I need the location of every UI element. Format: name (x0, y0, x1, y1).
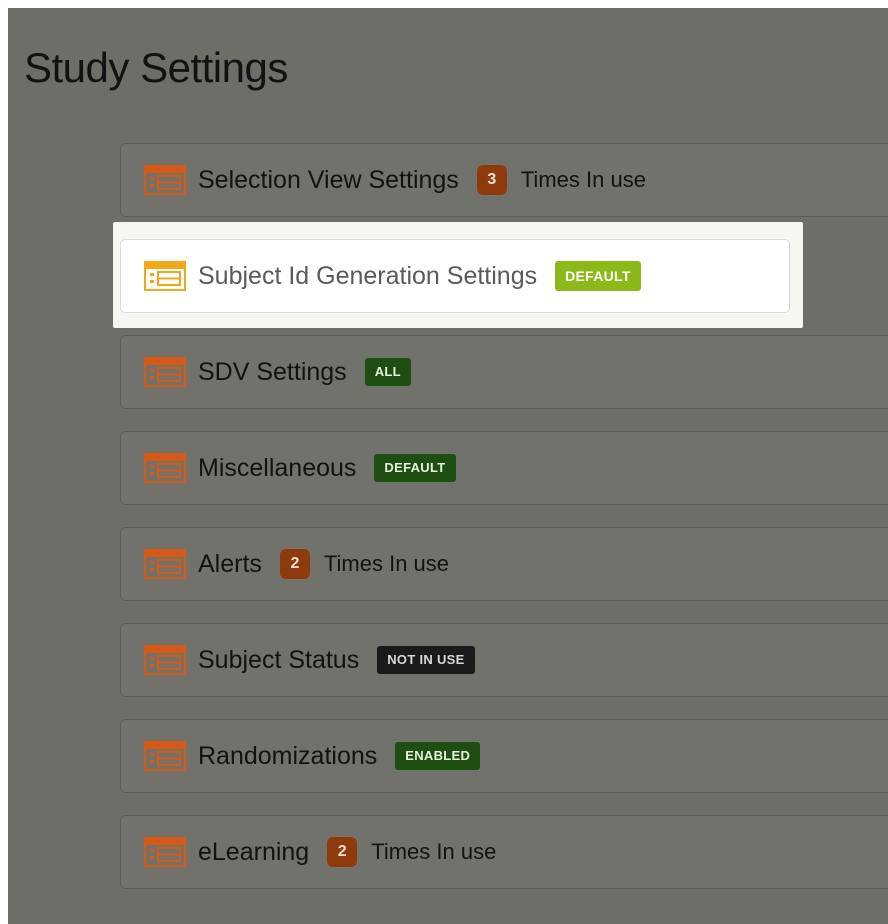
status-badge: ENABLED (395, 742, 481, 770)
status-badge: DEFAULT (374, 454, 456, 482)
settings-row-label: Selection View Settings (198, 165, 459, 194)
list-settings-icon (144, 837, 186, 867)
usage-count-badge: 2 (327, 837, 358, 867)
settings-row-alerts[interactable]: Alerts 2 Times In use (120, 527, 888, 601)
settings-row-subject-id-generation[interactable]: Subject Id Generation Settings DEFAULT (120, 239, 790, 313)
list-settings-icon (144, 741, 186, 771)
usage-text: Times In use (520, 167, 646, 192)
status-badge: ALL (364, 358, 411, 386)
usage-text: Times In use (323, 551, 450, 576)
settings-row-label: Subject Status (198, 645, 360, 674)
list-settings-icon (144, 261, 186, 291)
list-settings-icon (144, 645, 186, 675)
settings-row-label: Miscellaneous (198, 453, 357, 482)
settings-row-label: Alerts (198, 549, 262, 578)
settings-row-selection-view[interactable]: Selection View Settings 3 Times In use (120, 143, 888, 217)
settings-row-randomizations[interactable]: Randomizations ENABLED (120, 719, 888, 793)
status-badge: DEFAULT (555, 261, 641, 291)
settings-row-elearning[interactable]: eLearning 2 Times In use (120, 815, 888, 889)
status-badge: NOT IN USE (377, 646, 475, 674)
settings-row-subject-status[interactable]: Subject Status NOT IN USE (120, 623, 888, 697)
settings-row-sdv[interactable]: SDV Settings ALL (120, 335, 888, 409)
list-settings-icon (144, 357, 186, 387)
usage-count-badge: 2 (279, 549, 310, 579)
settings-row-label: SDV Settings (198, 357, 347, 386)
settings-row-label: Randomizations (198, 741, 378, 770)
settings-row-miscellaneous[interactable]: Miscellaneous DEFAULT (120, 431, 888, 505)
list-settings-icon (144, 165, 186, 195)
settings-row-label: Subject Id Generation Settings (198, 261, 538, 290)
list-settings-icon (144, 453, 186, 483)
page-title: Study Settings (24, 44, 288, 91)
settings-row-label: eLearning (198, 837, 310, 866)
usage-count-badge: 3 (476, 165, 507, 195)
usage-text: Times In use (371, 839, 497, 864)
list-settings-icon (144, 549, 186, 579)
